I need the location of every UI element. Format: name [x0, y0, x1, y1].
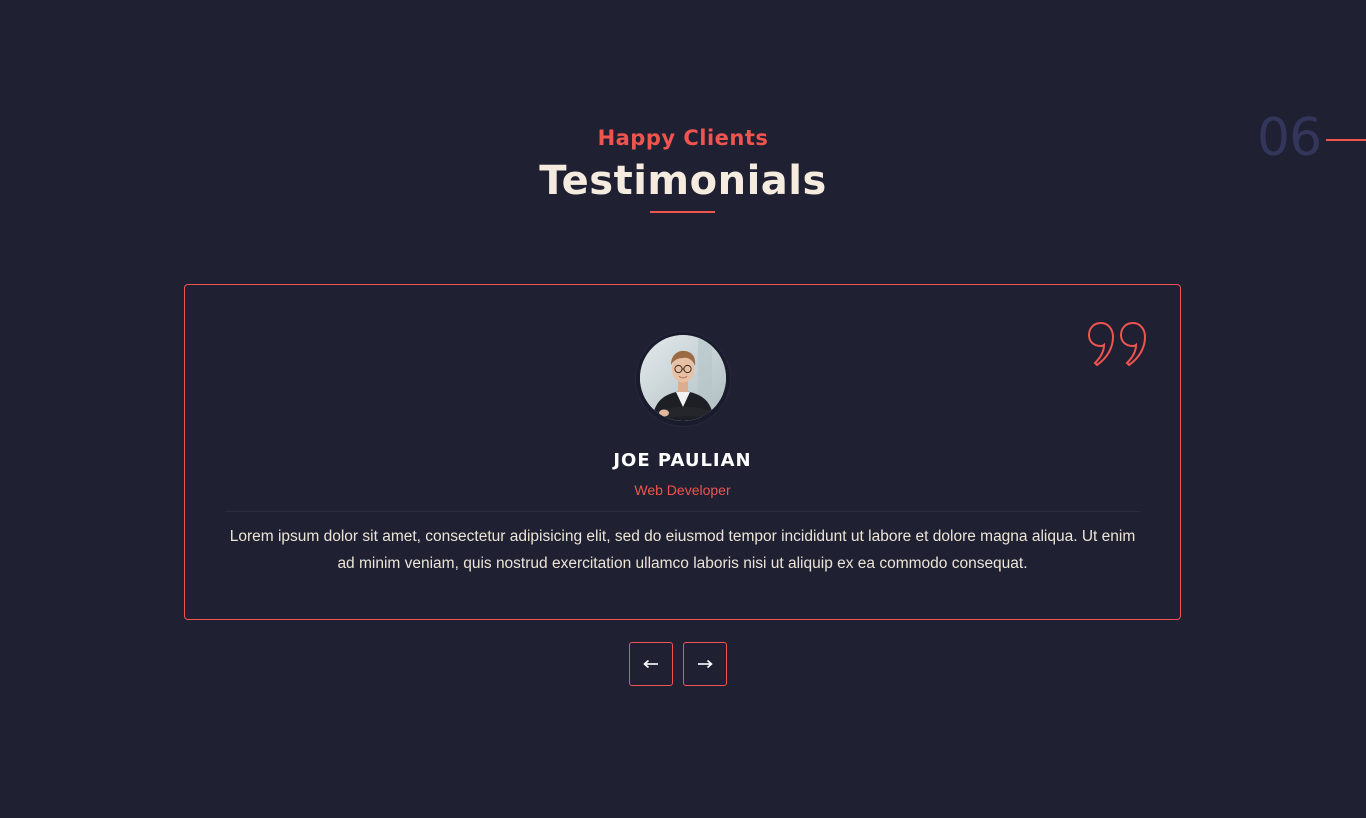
- person-photo-icon: [640, 335, 726, 421]
- avatar: [640, 335, 726, 421]
- testimonial-text: Lorem ipsum dolor sit amet, consectetur …: [229, 528, 1136, 572]
- section-eyebrow: Happy Clients: [597, 126, 769, 150]
- avatar-ring: [636, 332, 730, 426]
- quote-marks-icon: [1087, 321, 1147, 367]
- title-underline: [650, 211, 715, 213]
- client-name: JOE PAULIAN: [613, 450, 752, 471]
- arrow-left-icon: [643, 659, 658, 669]
- previous-button[interactable]: [629, 642, 673, 686]
- arrow-right-icon: [698, 659, 713, 669]
- section-title: Testimonials: [539, 158, 827, 204]
- testimonials-section: 06 Happy Clients Testimonials JOE PAULIA…: [0, 0, 1366, 818]
- next-button[interactable]: [683, 642, 727, 686]
- client-role: Web Developer: [634, 482, 731, 498]
- testimonial-card: JOE PAULIAN Web Developer Lorem ipsum do…: [184, 284, 1181, 620]
- card-divider: [225, 511, 1140, 512]
